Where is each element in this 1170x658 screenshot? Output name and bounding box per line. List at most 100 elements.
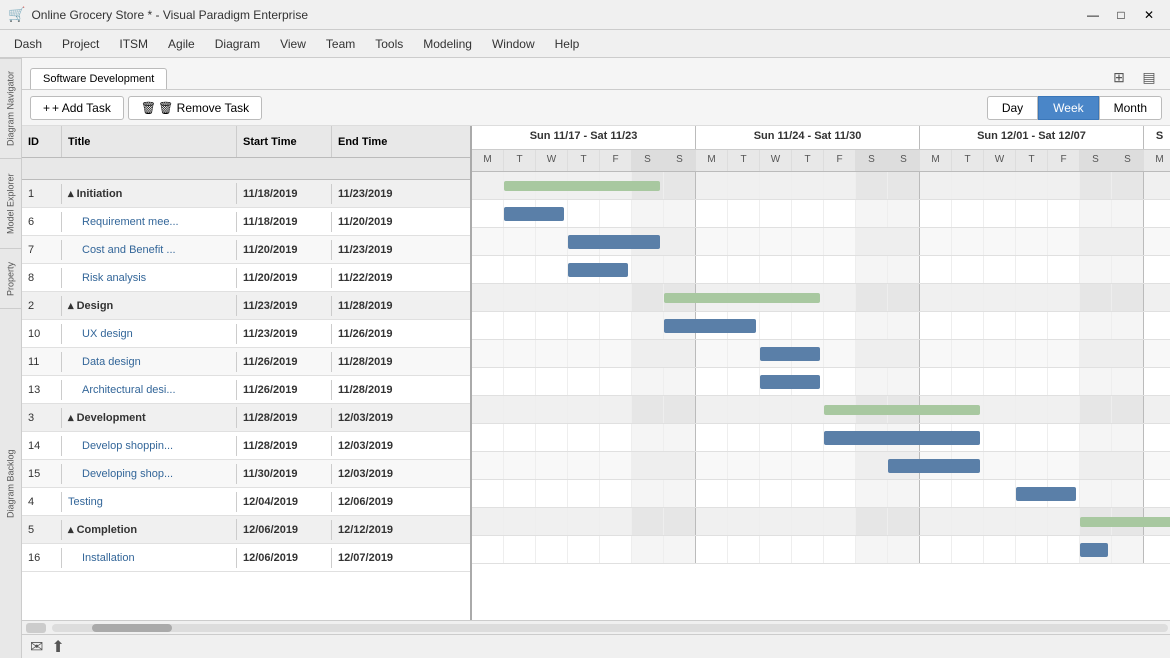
menu-dash[interactable]: Dash [4, 33, 52, 55]
chart-cell [600, 508, 632, 535]
table-row[interactable]: 8Risk analysis11/20/201911/22/2019 [22, 264, 470, 292]
table-row[interactable]: 4Testing12/04/201912/06/2019 [22, 488, 470, 516]
table-row[interactable]: 2▴ Design11/23/201911/28/2019 [22, 292, 470, 320]
chart-cell [888, 508, 920, 535]
chart-cell [1080, 228, 1112, 255]
menu-tools[interactable]: Tools [365, 33, 413, 55]
view-week-button[interactable]: Week [1038, 96, 1098, 120]
chart-cell [824, 508, 856, 535]
chart-cell [472, 340, 504, 367]
day-label-4: F [600, 150, 632, 171]
chart-cell [888, 284, 920, 311]
col-header-end: End Time [332, 126, 427, 157]
chart-cell [568, 508, 600, 535]
chart-cell [792, 480, 824, 507]
panel-diagram-navigator[interactable]: Diagram Navigator [0, 58, 21, 158]
chart-cell [984, 284, 1016, 311]
chart-cell [984, 340, 1016, 367]
chart-cell [856, 536, 888, 563]
chart-cell [888, 228, 920, 255]
day-label-12: S [856, 150, 888, 171]
chart-cell [952, 172, 984, 199]
day-label-21: M [1144, 150, 1170, 171]
content-area: Software Development ⊞ ▤ + + Add Task 🗑 … [22, 58, 1170, 658]
table-row[interactable]: 7Cost and Benefit ...11/20/201911/23/201… [22, 236, 470, 264]
title-bar: 🛒 Online Grocery Store * - Visual Paradi… [0, 0, 1170, 30]
row-start: 12/04/2019 [237, 492, 332, 512]
chart-cell [696, 508, 728, 535]
chart-cell [1080, 452, 1112, 479]
gantt-bar [760, 347, 820, 361]
chart-cell [696, 480, 728, 507]
close-button[interactable]: ✕ [1136, 5, 1162, 25]
table-row[interactable]: 15Developing shop...11/30/201912/03/2019 [22, 460, 470, 488]
chart-cell [920, 200, 952, 227]
chart-cell [1016, 228, 1048, 255]
chart-row [472, 508, 1170, 536]
chart-cell [536, 312, 568, 339]
chart-row [472, 368, 1170, 396]
chart-cell [856, 368, 888, 395]
chart-cell [760, 172, 792, 199]
horizontal-scrollbar[interactable] [22, 620, 1170, 634]
minimize-button[interactable]: — [1080, 5, 1106, 25]
chart-cell [568, 424, 600, 451]
menu-diagram[interactable]: Diagram [205, 33, 270, 55]
chart-cell [600, 200, 632, 227]
chart-cell [1144, 200, 1170, 227]
menu-view[interactable]: View [270, 33, 316, 55]
app-icon: 🛒 [8, 6, 25, 23]
panel-diagram-backlog[interactable]: Diagram Backlog [0, 308, 21, 658]
chart-cell [504, 452, 536, 479]
maximize-button[interactable]: □ [1108, 5, 1134, 25]
chart-rows [472, 172, 1170, 620]
tab-icon-grid[interactable]: ⊞ [1106, 65, 1132, 89]
status-bar: ✉ ⬆ [22, 634, 1170, 658]
chart-cell [984, 312, 1016, 339]
chart-cell [920, 508, 952, 535]
view-month-button[interactable]: Month [1099, 96, 1162, 120]
chart-cell [472, 452, 504, 479]
remove-task-button[interactable]: 🗑 🗑 Remove Task [128, 96, 262, 120]
menu-agile[interactable]: Agile [158, 33, 205, 55]
gantt-bar [664, 293, 820, 303]
add-task-button[interactable]: + + Add Task [30, 96, 124, 120]
table-row[interactable]: 14Develop shoppin...11/28/201912/03/2019 [22, 432, 470, 460]
menu-modeling[interactable]: Modeling [413, 33, 482, 55]
table-row[interactable]: 5▴ Completion12/06/201912/12/2019 [22, 516, 470, 544]
panel-model-explorer[interactable]: Model Explorer [0, 158, 21, 248]
table-row[interactable]: 6Requirement mee...11/18/201911/20/2019 [22, 208, 470, 236]
chart-cell [856, 340, 888, 367]
menu-project[interactable]: Project [52, 33, 109, 55]
tab-icon-layout[interactable]: ▤ [1136, 65, 1162, 89]
email-icon[interactable]: ✉ [30, 637, 43, 657]
chart-cell [824, 200, 856, 227]
chart-cell [920, 340, 952, 367]
table-row[interactable]: 1▴ Initiation11/18/201911/23/2019 [22, 180, 470, 208]
toolbar: + + Add Task 🗑 🗑 Remove Task Day Week Mo… [22, 90, 1170, 126]
menu-itsm[interactable]: ITSM [109, 33, 158, 55]
table-row[interactable]: 11Data design11/26/201911/28/2019 [22, 348, 470, 376]
chart-cell [760, 508, 792, 535]
menu-team[interactable]: Team [316, 33, 365, 55]
chart-cell [888, 536, 920, 563]
chart-cell [952, 228, 984, 255]
table-row[interactable]: 13Architectural desi...11/26/201911/28/2… [22, 376, 470, 404]
menu-help[interactable]: Help [545, 33, 590, 55]
table-row[interactable]: 10UX design11/23/201911/26/2019 [22, 320, 470, 348]
view-day-button[interactable]: Day [987, 96, 1038, 120]
table-row[interactable]: 3▴ Development11/28/201912/03/2019 [22, 404, 470, 432]
chart-cell [568, 480, 600, 507]
chart-cell [536, 228, 568, 255]
upload-icon[interactable]: ⬆ [51, 637, 64, 657]
table-row[interactable]: 16Installation12/06/201912/07/2019 [22, 544, 470, 572]
row-start: 11/18/2019 [237, 184, 332, 204]
chart-cell [1144, 340, 1170, 367]
tab-software-development[interactable]: Software Development [30, 68, 167, 89]
menu-window[interactable]: Window [482, 33, 545, 55]
chart-cell [504, 256, 536, 283]
panel-property[interactable]: Property [0, 248, 21, 308]
window-controls: — □ ✕ [1080, 5, 1162, 25]
chart-cell [1048, 284, 1080, 311]
day-label-13: S [888, 150, 920, 171]
